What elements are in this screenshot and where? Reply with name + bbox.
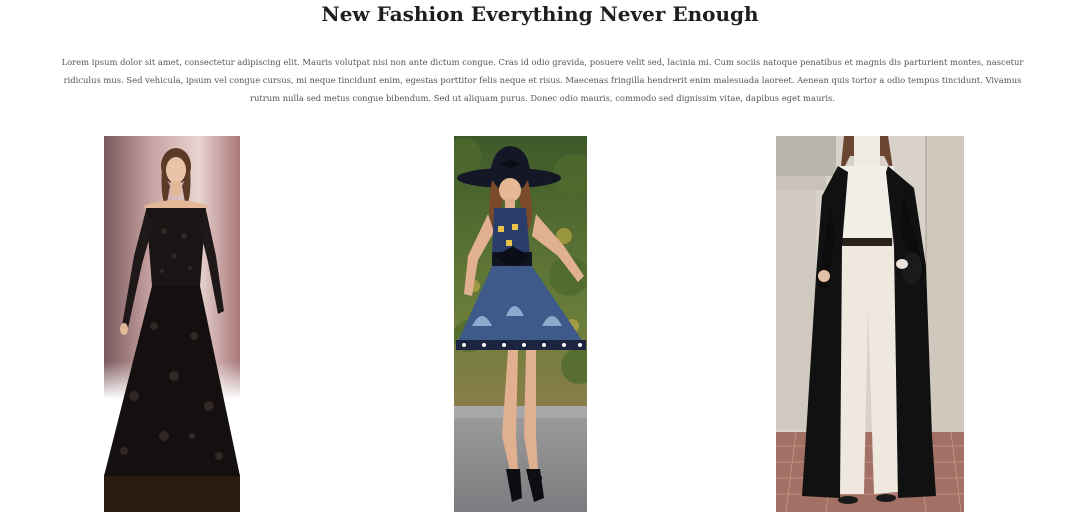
intro-paragraph: Lorem ipsum dolor sit amet, consectetur … [61,57,1024,103]
gown-photo [104,136,240,512]
hat-dress-photo [454,136,587,512]
gallery-image-hat-dress[interactable] [454,136,587,512]
coat-photo [776,136,964,512]
gallery-image-gown[interactable] [104,136,240,512]
page-title: New Fashion Everything Never Enough [321,2,759,26]
gallery-image-coat[interactable] [776,136,964,512]
